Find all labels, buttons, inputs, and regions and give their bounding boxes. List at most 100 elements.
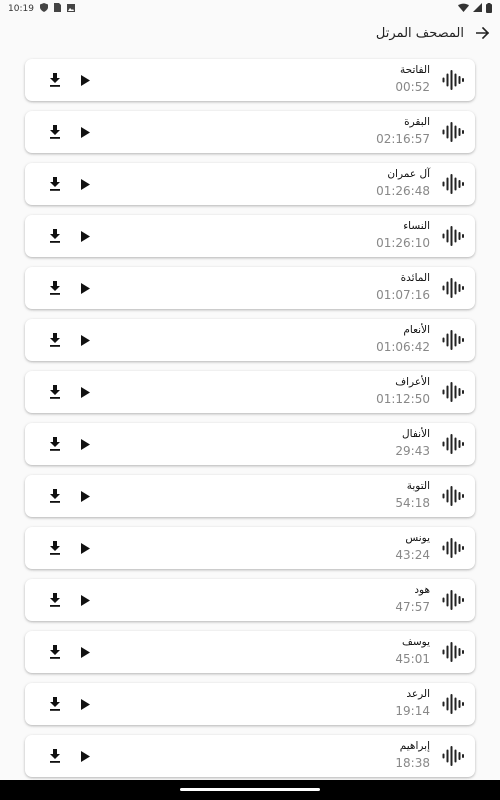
play-icon <box>80 74 90 86</box>
download-icon <box>50 749 60 763</box>
play-button[interactable] <box>78 436 92 452</box>
wifi-icon <box>458 3 469 15</box>
surah-card[interactable]: المائدة 01:07:16 <box>25 267 475 309</box>
download-button[interactable] <box>47 747 63 765</box>
surah-card[interactable]: التوبة 54:18 <box>25 475 475 517</box>
download-button[interactable] <box>47 279 63 297</box>
surah-name: النساء <box>403 220 430 232</box>
audio-wave-icon <box>442 330 464 350</box>
surah-card[interactable]: الفاتحة 00:52 <box>25 59 475 101</box>
surah-name: الأنعام <box>403 324 430 336</box>
app-bar: المصحف المرتل <box>0 18 500 48</box>
surah-name: الأنفال <box>402 428 430 440</box>
surah-name: المائدة <box>400 272 430 284</box>
surah-card[interactable]: الأنعام 01:06:42 <box>25 319 475 361</box>
play-icon <box>80 594 90 606</box>
play-icon <box>80 490 90 502</box>
play-button[interactable] <box>78 280 92 296</box>
status-time: 10:19 <box>8 4 34 14</box>
download-button[interactable] <box>47 487 63 505</box>
play-icon <box>80 438 90 450</box>
play-icon <box>80 698 90 710</box>
surah-card[interactable]: الأنفال 29:43 <box>25 423 475 465</box>
battery-icon <box>486 2 492 16</box>
play-button[interactable] <box>78 540 92 556</box>
surah-name: الفاتحة <box>400 64 430 76</box>
play-button[interactable] <box>78 644 92 660</box>
surah-card[interactable]: النساء 01:26:10 <box>25 215 475 257</box>
play-icon <box>80 334 90 346</box>
surah-duration: 01:07:16 <box>376 288 430 302</box>
play-icon <box>80 230 90 242</box>
audio-wave-icon <box>442 174 464 194</box>
download-button[interactable] <box>47 435 63 453</box>
status-right <box>458 2 492 16</box>
play-icon <box>80 386 90 398</box>
surah-list: الفاتحة 00:52 البقرة 02:16:57 آل عمران 0… <box>25 59 475 787</box>
download-button[interactable] <box>47 227 63 245</box>
play-button[interactable] <box>78 384 92 400</box>
surah-duration: 29:43 <box>395 444 430 458</box>
surah-duration: 01:12:50 <box>376 392 430 406</box>
audio-wave-icon <box>442 538 464 558</box>
play-icon <box>80 282 90 294</box>
image-notification-icon <box>66 3 75 15</box>
status-left: 10:19 <box>8 3 75 15</box>
download-button[interactable] <box>47 539 63 557</box>
surah-name: يوسف <box>401 636 430 648</box>
download-button[interactable] <box>47 383 63 401</box>
back-button[interactable] <box>474 24 492 42</box>
surah-duration: 00:52 <box>395 80 430 94</box>
download-icon <box>50 385 60 399</box>
surah-card[interactable]: الأعراف 01:12:50 <box>25 371 475 413</box>
download-icon <box>50 125 60 139</box>
download-button[interactable] <box>47 643 63 661</box>
download-button[interactable] <box>47 123 63 141</box>
surah-duration: 01:26:10 <box>376 236 430 250</box>
download-button[interactable] <box>47 175 63 193</box>
surah-card[interactable]: الرعد 19:14 <box>25 683 475 725</box>
audio-wave-icon <box>442 486 464 506</box>
surah-name: البقرة <box>404 116 430 128</box>
surah-card[interactable]: هود 47:57 <box>25 579 475 621</box>
play-button[interactable] <box>78 696 92 712</box>
audio-wave-icon <box>442 694 464 714</box>
play-button[interactable] <box>78 748 92 764</box>
surah-duration: 54:18 <box>395 496 430 510</box>
play-icon <box>80 126 90 138</box>
surah-card[interactable]: يونس 43:24 <box>25 527 475 569</box>
play-button[interactable] <box>78 228 92 244</box>
surah-duration: 02:16:57 <box>376 132 430 146</box>
home-handle[interactable] <box>180 788 320 791</box>
audio-wave-icon <box>442 122 464 142</box>
download-icon <box>50 229 60 243</box>
sim-card-icon <box>53 3 61 15</box>
audio-wave-icon <box>442 278 464 298</box>
surah-duration: 18:38 <box>395 756 430 770</box>
play-button[interactable] <box>78 332 92 348</box>
play-button[interactable] <box>78 176 92 192</box>
surah-name: الرعد <box>406 688 430 700</box>
surah-name: التوبة <box>406 480 430 492</box>
audio-wave-icon <box>442 590 464 610</box>
navigation-bar <box>0 780 500 800</box>
play-button[interactable] <box>78 488 92 504</box>
surah-card[interactable]: البقرة 02:16:57 <box>25 111 475 153</box>
play-button[interactable] <box>78 72 92 88</box>
download-icon <box>50 593 60 607</box>
play-button[interactable] <box>78 124 92 140</box>
surah-name: هود <box>414 584 430 596</box>
download-icon <box>50 541 60 555</box>
download-button[interactable] <box>47 591 63 609</box>
play-button[interactable] <box>78 592 92 608</box>
download-button[interactable] <box>47 71 63 89</box>
play-icon <box>80 542 90 554</box>
surah-card[interactable]: آل عمران 01:26:48 <box>25 163 475 205</box>
download-button[interactable] <box>47 331 63 349</box>
surah-card[interactable]: إبراهيم 18:38 <box>25 735 475 777</box>
audio-wave-icon <box>442 70 464 90</box>
download-button[interactable] <box>47 695 63 713</box>
surah-name: يونس <box>405 532 430 544</box>
surah-card[interactable]: يوسف 45:01 <box>25 631 475 673</box>
surah-duration: 43:24 <box>395 548 430 562</box>
